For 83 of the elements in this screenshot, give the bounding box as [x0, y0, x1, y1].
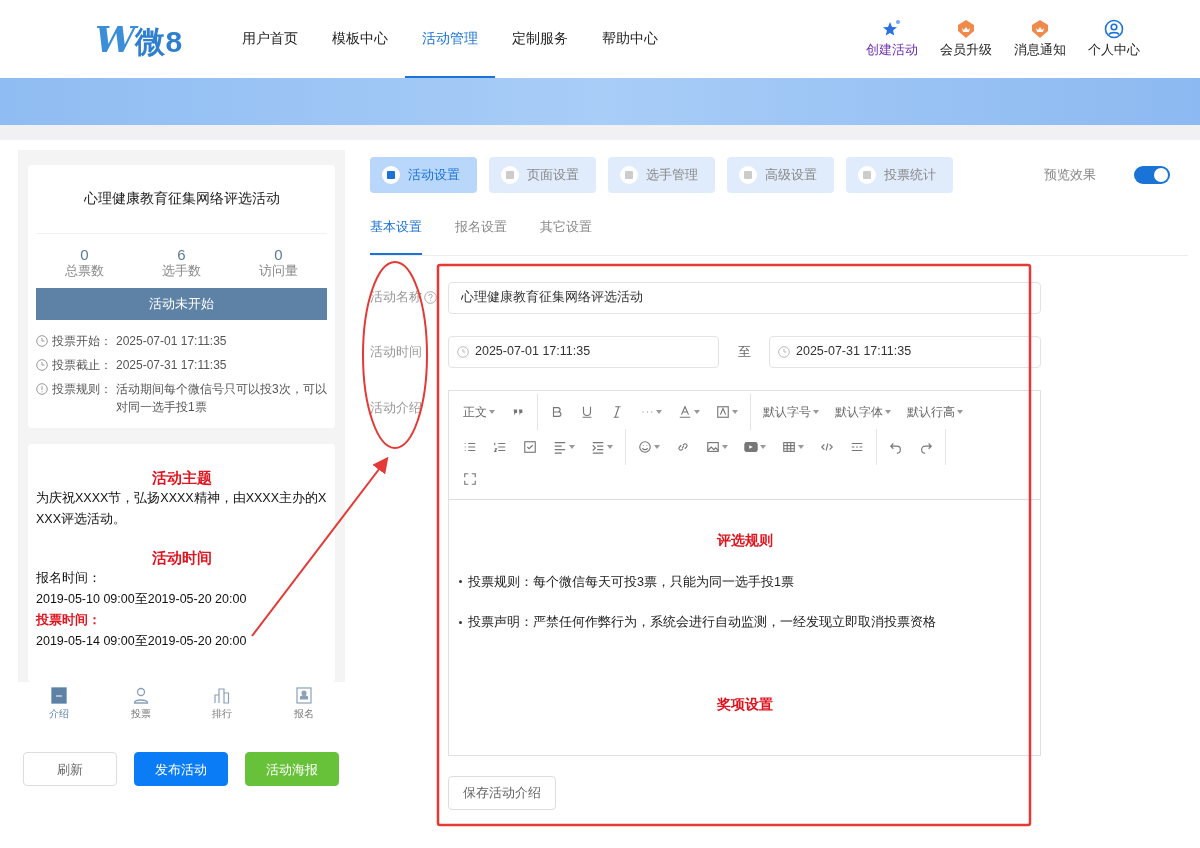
status-bar: 活动未开始: [36, 288, 327, 321]
toolbar-dropdown[interactable]: 正文: [455, 400, 503, 424]
nav-link[interactable]: 模板中心: [315, 0, 405, 78]
settings-tab[interactable]: 投票统计: [846, 157, 953, 193]
editor-heading: 评选规则: [715, 530, 774, 550]
bullet-icon: [459, 621, 462, 625]
nav-link[interactable]: 用户首页: [225, 0, 315, 78]
info-value: 活动期间每个微信号只可以投3次，可以对同一选手投1票: [116, 381, 327, 417]
toolbar-dropdown[interactable]: 默认字体: [827, 400, 899, 424]
user-icon[interactable]: [1103, 18, 1125, 39]
settings-tab[interactable]: 选手管理: [608, 157, 715, 193]
caret-icon: [957, 410, 963, 414]
clock-icon: [778, 345, 790, 358]
action-button[interactable]: 发布活动: [134, 752, 228, 787]
stat-value: 0: [80, 246, 89, 264]
rich-text-editor[interactable]: 正文 默认字号 默认字体 默认行高 评选规则 投票规则：每个微信每天可投3票，只能为同一选手投1票 投票声明：严禁任何作弊行为，系统会进行自动监测，一经发现立即取消投票资格 奖项设置: [448, 389, 1041, 756]
logo[interactable]: W微8: [95, 21, 187, 57]
preview-heading: 活动主题: [150, 468, 213, 489]
preview-text: 2019-05-14 09:00至2019-05-20 20:00: [36, 633, 248, 651]
caret-icon: [489, 410, 495, 414]
preview-nav-item[interactable]: 报名: [294, 706, 315, 722]
settings-tab[interactable]: 活动设置: [370, 157, 477, 193]
toolbar-dropdown[interactable]: 默认字号: [755, 400, 827, 424]
stat-label: 选手数: [162, 263, 201, 281]
info-label: 投票规则：: [52, 381, 112, 399]
info-value: 2025-07-31 17:11:35: [116, 357, 227, 375]
start-time-field[interactable]: 2025-07-01 17:11:35: [448, 335, 719, 368]
clock-icon: [36, 335, 48, 348]
clock-icon: [36, 359, 48, 372]
badge-icon[interactable]: [955, 18, 977, 39]
header-action[interactable]: 消息通知: [1014, 40, 1066, 60]
clock-icon: [457, 345, 469, 358]
help-icon: [424, 291, 437, 304]
person-icon: [132, 687, 149, 705]
tab-icon: [858, 166, 876, 184]
save-intro-button[interactable]: 保存活动介绍: [448, 775, 556, 810]
action-button[interactable]: 刷新: [23, 752, 117, 787]
bullet-icon: [459, 580, 462, 584]
preview-nav-item[interactable]: 投票: [130, 706, 151, 722]
toolbar-dropdown[interactable]: 默认行高: [899, 400, 971, 424]
preview-text: 为庆祝XXXX节，弘扬XXXX精神，由XXXX主办的XXXX评选活动。: [36, 490, 327, 529]
bar-chart-icon: [214, 687, 231, 705]
preview-nav-item[interactable]: 介绍: [48, 706, 69, 722]
header-action[interactable]: 会员升级: [940, 40, 992, 60]
sub-tab[interactable]: 基本设置: [370, 211, 422, 255]
tab-icon: [382, 166, 400, 184]
editor-text: 投票声明：严禁任何作弊行为，系统会进行自动监测，一经发现立即取消投票资格: [468, 614, 936, 632]
range-separator: 至: [736, 342, 752, 361]
header-action[interactable]: 创建活动: [866, 40, 918, 60]
stat-label: 总票数: [65, 263, 104, 281]
stat-value: 0: [274, 246, 283, 264]
sub-tab[interactable]: 其它设置: [540, 211, 592, 255]
badge-icon[interactable]: [1029, 18, 1051, 39]
document-icon: [50, 687, 67, 705]
sub-tab[interactable]: 报名设置: [455, 211, 507, 255]
editor-text: 投票规则：每个微信每天可投3票，只能为同一选手投1票: [468, 573, 794, 591]
caret-icon: [813, 410, 819, 414]
tab-icon: [620, 166, 638, 184]
caret-icon: [885, 410, 891, 414]
activity-title: 心理健康教育征集网络评选活动: [36, 165, 327, 235]
id-card-icon: [296, 687, 313, 705]
preview-toggle[interactable]: [1134, 166, 1170, 184]
info-value: 2025-07-01 17:11:35: [116, 333, 227, 351]
preview-text: 2019-05-10 09:00至2019-05-20 20:00: [36, 591, 248, 609]
info-icon: [36, 383, 48, 396]
stat-label: 访问量: [259, 263, 298, 281]
field-label: 活动时间: [370, 342, 423, 361]
preview-label: 投票时间：: [36, 612, 102, 630]
preview-nav-item[interactable]: 排行: [212, 706, 233, 722]
preview-toggle-label: 预览效果: [1044, 166, 1096, 185]
editor-heading: 奖项设置: [715, 695, 774, 714]
end-time-field[interactable]: 2025-07-31 17:11:35: [769, 335, 1041, 368]
preview-text: 报名时间：: [36, 570, 102, 588]
info-label: 投票截止：: [52, 357, 112, 375]
name-field[interactable]: 心理健康教育征集网络评选活动: [448, 281, 1041, 314]
nav-link[interactable]: 帮助中心: [585, 0, 675, 78]
nav-link[interactable]: 定制服务: [495, 0, 585, 78]
tab-icon: [501, 166, 519, 184]
stat-value: 6: [177, 246, 186, 264]
tab-icon: [739, 166, 757, 184]
info-label: 投票开始：: [52, 333, 112, 351]
header-action[interactable]: 个人中心: [1088, 40, 1140, 60]
preview-heading: 活动时间: [150, 548, 213, 569]
